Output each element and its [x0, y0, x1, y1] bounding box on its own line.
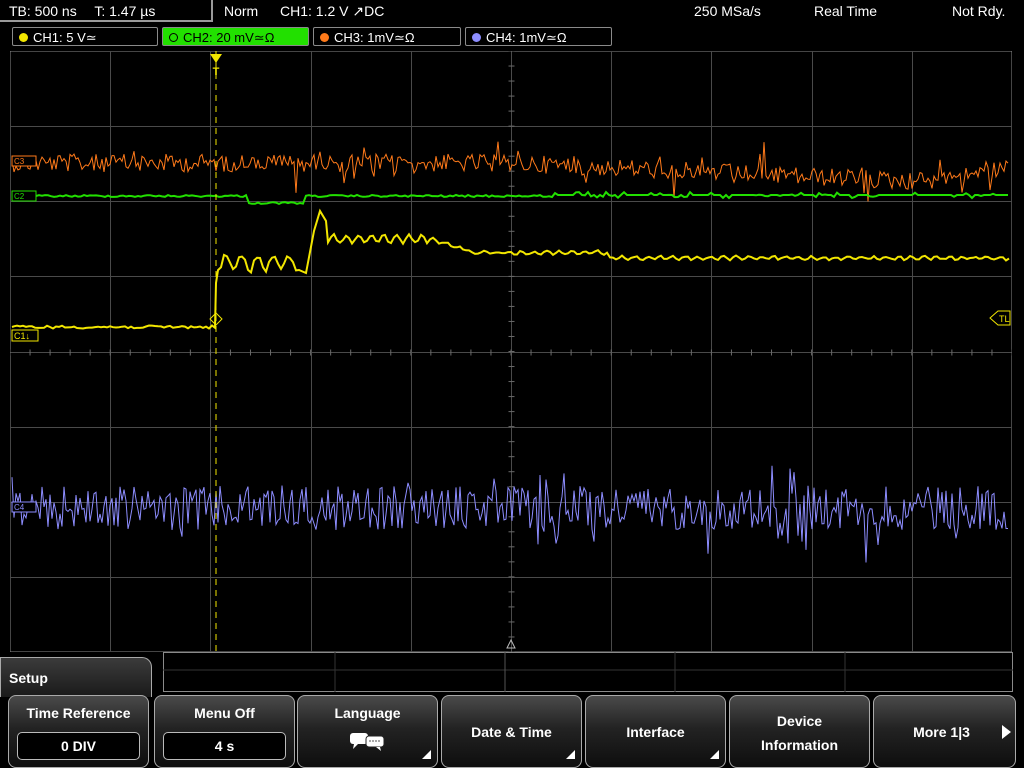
channel-1-tab[interactable]: CH1: 5 V≃ [12, 27, 158, 46]
language-label: Language [334, 705, 401, 721]
time-reference-label: Time Reference [26, 705, 131, 721]
channel-bar: CH1: 5 V≃ CH2: 20 mV≃Ω CH3: 1mV≃Ω CH4: 1… [0, 26, 1024, 48]
channel-3-marker[interactable]: C3 [11, 155, 37, 167]
channel-2-label: CH2: 20 mV≃Ω [183, 30, 275, 45]
channel-4-marker-label: C4 [14, 503, 25, 512]
interface-label: Interface [626, 724, 685, 740]
timebase-label: TB: 500 ns [9, 3, 77, 19]
more-softkey[interactable]: More 1|3 [873, 695, 1016, 768]
language-softkey[interactable]: Language [297, 695, 438, 768]
more-label: More 1|3 [913, 724, 970, 740]
submenu-corner-icon [710, 750, 719, 759]
speech-bubbles-icon [350, 733, 385, 751]
channel-1-marker-label: C1↓ [14, 331, 30, 341]
softkey-bar: Time Reference 0 DIV Menu Off 4 s Langua… [0, 695, 1024, 768]
channel-3-label: CH3: 1mV≃Ω [334, 30, 415, 45]
menu-off-value[interactable]: 4 s [163, 732, 286, 760]
submenu-corner-icon [566, 750, 575, 759]
waveform-display[interactable]: T TL C1↓ C2 C3 C4 [10, 51, 1012, 652]
submenu-corner-icon [422, 750, 431, 759]
channel-1-label: CH1: 5 V≃ [33, 30, 97, 45]
channel-2-tab[interactable]: CH2: 20 mV≃Ω [162, 27, 309, 46]
channel-4-label: CH4: 1mV≃Ω [486, 30, 567, 45]
channel-2-marker[interactable]: C2 [11, 190, 37, 202]
device-information-label-line1: Device [776, 713, 823, 729]
device-information-label-line2: Information [761, 737, 838, 753]
date-time-softkey[interactable]: Date & Time [441, 695, 582, 768]
channel-3-dot-icon [320, 33, 329, 42]
timebase-box[interactable]: TB: 500 ns T: 1.47 µs [0, 0, 213, 22]
channel-4-dot-icon [472, 33, 481, 42]
channel-2-marker-label: C2 [14, 192, 25, 201]
menu-title-tab: Setup [0, 657, 152, 697]
date-time-label: Date & Time [471, 724, 552, 740]
channel-1-dot-icon [19, 33, 28, 42]
zoom-panel-frame [163, 652, 1013, 692]
ready-state: Not Rdy. [952, 3, 1006, 19]
zoom-panel [163, 652, 1013, 692]
menu-title: Setup [9, 670, 48, 686]
menu-off-label: Menu Off [194, 705, 255, 721]
time-reference-softkey[interactable]: Time Reference 0 DIV [8, 695, 149, 768]
trigger-time-label: T: 1.47 µs [94, 3, 156, 19]
channel-3-marker-label: C3 [14, 157, 25, 166]
trigger-info[interactable]: CH1: 1.2 V ↗DC [280, 0, 384, 22]
device-information-softkey[interactable]: Device Information [729, 695, 870, 768]
next-page-arrow-icon [1002, 725, 1011, 739]
channel-2-dot-icon [169, 33, 178, 42]
trigger-mode[interactable]: Norm [224, 0, 258, 22]
channel-3-tab[interactable]: CH3: 1mV≃Ω [313, 27, 461, 46]
acquisition-mode[interactable]: Real Time [814, 0, 877, 22]
channel-4-marker[interactable]: C4 [11, 501, 37, 513]
time-reference-value[interactable]: 0 DIV [17, 732, 140, 760]
interface-softkey[interactable]: Interface [585, 695, 726, 768]
channel-4-tab[interactable]: CH4: 1mV≃Ω [465, 27, 612, 46]
status-bar: TB: 500 ns T: 1.47 µs Norm CH1: 1.2 V ↗D… [0, 0, 1024, 24]
trigger-level-label: TL [999, 314, 1010, 324]
trigger-position-label: T [213, 66, 220, 78]
sample-rate: 250 MSa/s [694, 3, 761, 19]
menu-off-softkey[interactable]: Menu Off 4 s [154, 695, 295, 768]
channel-1-marker[interactable]: C1↓ [11, 329, 39, 342]
